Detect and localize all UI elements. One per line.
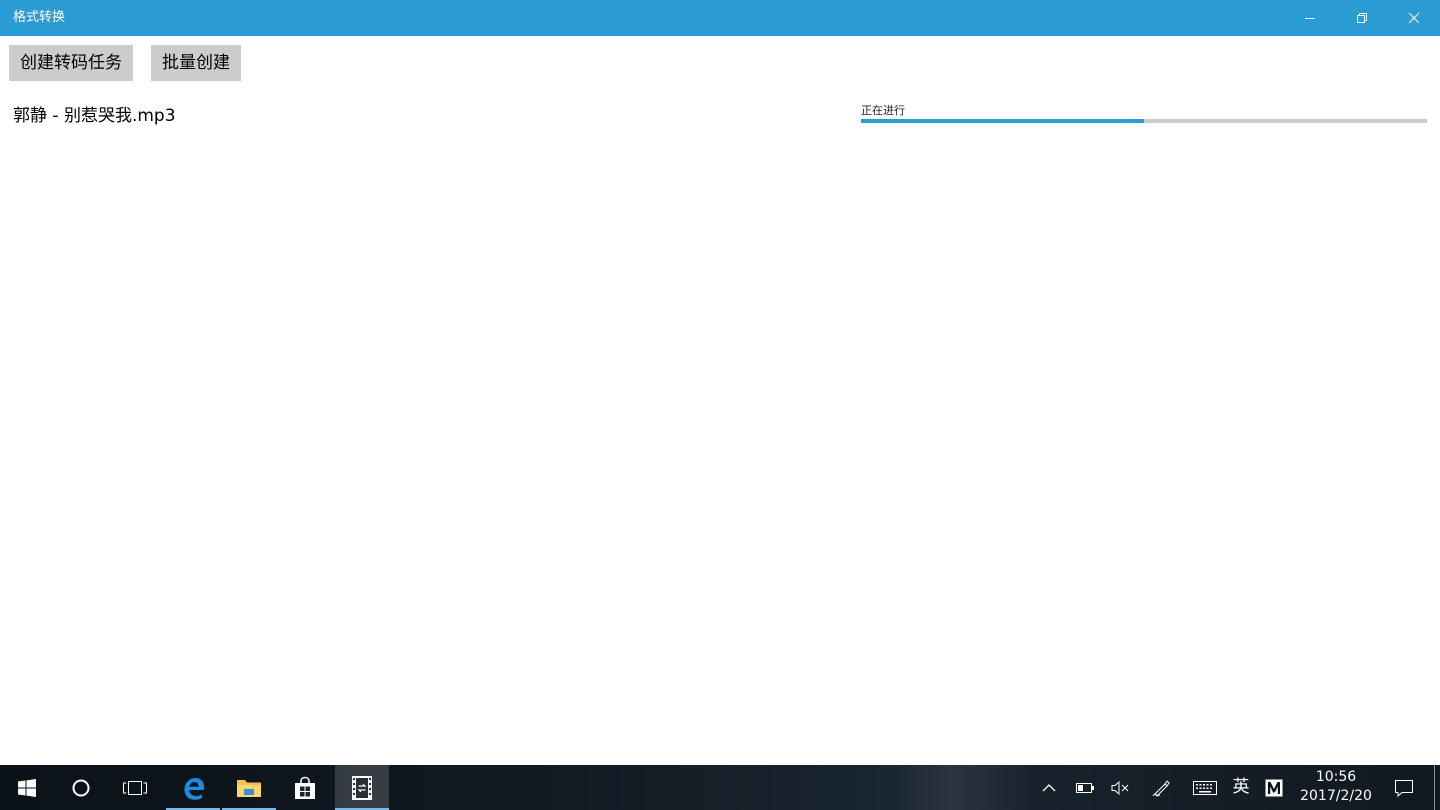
window-title: 格式转换 bbox=[13, 10, 66, 25]
chevron-up-icon bbox=[1042, 783, 1056, 791]
taskbar-app-edge[interactable] bbox=[166, 765, 220, 810]
notification-icon bbox=[1395, 779, 1413, 797]
title-bar: 格式转换 bbox=[0, 0, 1440, 36]
store-bag-icon bbox=[295, 776, 315, 799]
cortana-circle-icon bbox=[72, 779, 90, 796]
folder-icon bbox=[237, 779, 261, 797]
taskbar-app-file-explorer[interactable] bbox=[222, 765, 276, 810]
close-button[interactable] bbox=[1388, 0, 1440, 36]
ime-mode-icon bbox=[1265, 779, 1283, 796]
action-center-button[interactable] bbox=[1386, 765, 1422, 810]
pen-icon bbox=[1152, 779, 1170, 797]
battery-icon bbox=[1076, 782, 1094, 793]
keyboard-icon bbox=[1193, 780, 1217, 795]
taskbar: 英 10:56 2017/2/20 bbox=[0, 765, 1440, 810]
ime-language-indicator[interactable]: 英 bbox=[1229, 765, 1253, 810]
edge-browser-icon bbox=[184, 777, 204, 800]
volume-button[interactable] bbox=[1106, 765, 1134, 810]
restore-button[interactable] bbox=[1336, 0, 1388, 36]
minimize-icon bbox=[1305, 18, 1315, 19]
clock-time: 10:56 bbox=[1315, 769, 1357, 785]
create-task-button[interactable]: 创建转码任务 bbox=[9, 45, 133, 81]
task-filename: 郭静 - 别惹哭我.mp3 bbox=[13, 106, 176, 126]
task-status: 正在进行 bbox=[861, 104, 905, 117]
clock-date: 2017/2/20 bbox=[1300, 788, 1372, 804]
task-view-icon bbox=[123, 780, 147, 795]
task-progress-fill bbox=[861, 119, 1144, 123]
touch-keyboard-button[interactable] bbox=[1189, 765, 1221, 810]
speaker-muted-icon bbox=[1111, 780, 1129, 795]
clock[interactable]: 10:56 2017/2/20 bbox=[1298, 768, 1374, 806]
taskbar-app-format-converter[interactable] bbox=[335, 765, 389, 810]
close-icon bbox=[1408, 12, 1420, 24]
task-progress-bar bbox=[861, 119, 1427, 123]
battery-button[interactable] bbox=[1070, 765, 1100, 810]
restore-icon bbox=[1357, 13, 1367, 23]
windows-ink-button[interactable] bbox=[1147, 765, 1175, 810]
cortana-button[interactable] bbox=[54, 765, 108, 810]
film-convert-icon bbox=[352, 775, 372, 800]
taskbar-app-store[interactable] bbox=[278, 765, 332, 810]
ime-mode-button[interactable] bbox=[1261, 765, 1287, 810]
show-desktop-button[interactable] bbox=[1434, 765, 1435, 810]
minimize-button[interactable] bbox=[1284, 0, 1336, 36]
windows-logo-icon bbox=[18, 778, 36, 797]
batch-create-button[interactable]: 批量创建 bbox=[151, 45, 241, 81]
task-view-button[interactable] bbox=[108, 765, 162, 810]
start-button[interactable] bbox=[0, 765, 54, 810]
show-hidden-icons-button[interactable] bbox=[1036, 765, 1062, 810]
